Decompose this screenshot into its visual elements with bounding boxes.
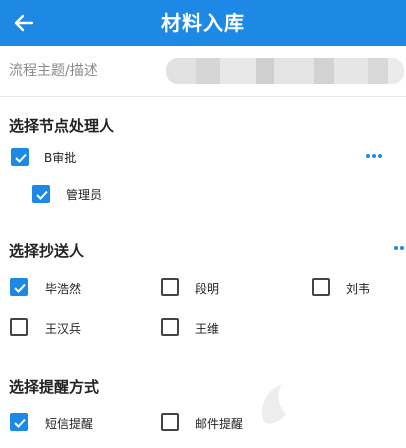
topic-input-blurred[interactable] — [166, 58, 404, 84]
checkmark-icon — [15, 153, 27, 163]
watermark-logo — [256, 378, 396, 438]
member-admin-checkbox[interactable] — [32, 185, 50, 203]
topic-row: 流程主题/描述 — [0, 46, 406, 97]
cc-section-title: 选择抄送人 — [9, 242, 85, 260]
cc-person-checkbox[interactable] — [10, 318, 28, 336]
reminder-section-title: 选择提醒方式 — [9, 378, 100, 396]
reminder-sms-checkbox[interactable] — [10, 413, 28, 431]
checkmark-icon — [14, 283, 26, 293]
checkmark-icon — [14, 418, 26, 428]
page-title: 材料入库 — [161, 11, 245, 35]
node-b-approve-checkbox[interactable] — [11, 148, 29, 166]
cc-person-checkbox[interactable] — [10, 278, 28, 296]
more-icon[interactable] — [366, 148, 382, 164]
cc-person-checkbox[interactable] — [312, 278, 330, 296]
handlers-section-title: 选择节点处理人 — [9, 117, 115, 135]
more-icon[interactable] — [394, 240, 404, 256]
cc-person-label: 毕浩然 — [45, 282, 82, 296]
cc-person-label: 段明 — [195, 282, 220, 296]
cc-person-checkbox[interactable] — [161, 318, 179, 336]
node-b-approve-label: B审批 — [44, 151, 77, 165]
app-header: 材料入库 — [0, 0, 406, 46]
cc-person-label: 刘韦 — [346, 282, 371, 296]
topic-label: 流程主题/描述 — [9, 63, 98, 79]
member-admin-label: 管理员 — [66, 188, 103, 202]
watermark-icon — [262, 384, 286, 424]
cc-person-label: 王维 — [195, 322, 220, 336]
cc-person-label: 王汉兵 — [45, 322, 82, 336]
reminder-email-label: 邮件提醒 — [195, 417, 244, 431]
checkmark-icon — [36, 190, 48, 200]
reminder-sms-label: 短信提醒 — [45, 417, 94, 431]
reminder-email-checkbox[interactable] — [161, 413, 179, 431]
cc-person-checkbox[interactable] — [161, 278, 179, 296]
